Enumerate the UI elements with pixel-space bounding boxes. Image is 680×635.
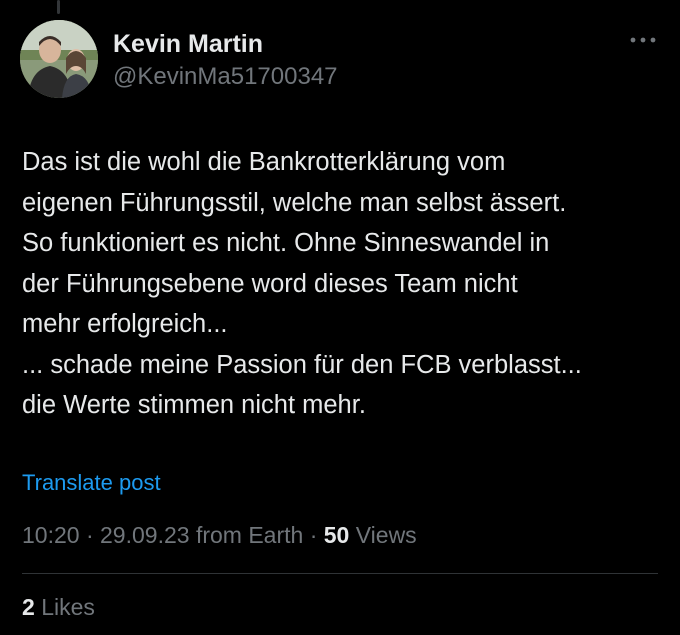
likes-label[interactable]: Likes xyxy=(41,594,95,620)
post-date[interactable]: 29.09.23 xyxy=(100,522,190,548)
author-handle[interactable]: @KevinMa51700347 xyxy=(113,63,338,91)
meta-separator: · xyxy=(303,522,324,548)
avatar[interactable] xyxy=(20,20,98,98)
author-display-name[interactable]: Kevin Martin xyxy=(113,30,263,59)
stats-divider xyxy=(22,573,658,574)
likes-stat[interactable]: 2 Likes xyxy=(22,594,95,621)
views-count[interactable]: 50 xyxy=(324,522,350,548)
thread-connector-line xyxy=(57,0,60,14)
avatar-photo-icon xyxy=(20,20,98,98)
more-options-icon xyxy=(630,37,656,43)
post-time[interactable]: 10:20 xyxy=(22,522,80,548)
more-options-button[interactable] xyxy=(626,30,660,50)
translate-post-link[interactable]: Translate post xyxy=(22,470,161,496)
post-metadata: 10:20 · 29.09.23 from Earth · 50 Views xyxy=(22,522,417,549)
likes-count[interactable]: 2 xyxy=(22,594,35,620)
post-source: from Earth xyxy=(195,522,304,548)
post-body-text: Das ist die wohl die Bankrotterklärung v… xyxy=(22,148,582,419)
meta-separator: · xyxy=(79,522,101,548)
views-label[interactable]: Views xyxy=(356,522,417,548)
